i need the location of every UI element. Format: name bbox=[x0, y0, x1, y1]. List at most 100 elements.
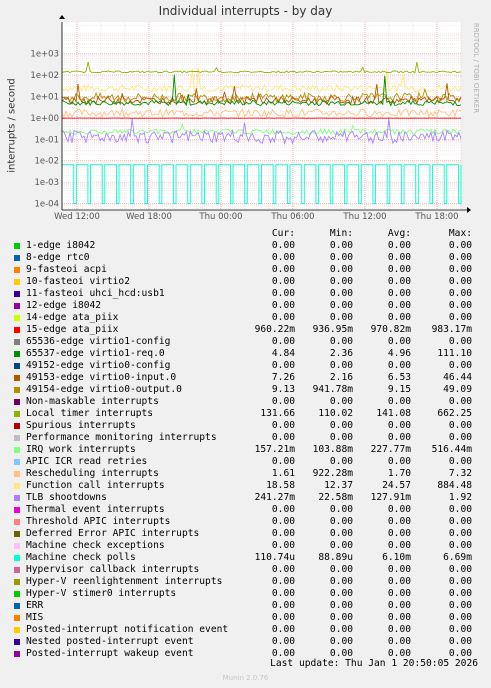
legend-avg-value: 0.00 bbox=[387, 516, 411, 527]
legend-cur-value: 0.00 bbox=[271, 504, 295, 515]
legend-min-value: 0.00 bbox=[329, 264, 353, 275]
legend-max-value: 0.00 bbox=[448, 396, 472, 407]
legend-max-value: 0.00 bbox=[448, 504, 472, 515]
legend-swatch bbox=[14, 399, 20, 405]
legend-row: 49152-edge virtio0-config 0.00 0.00 0.00 0.0… bbox=[12, 360, 482, 372]
y-tick-label: 1e-01 bbox=[34, 135, 59, 145]
legend-min-value: 936.95m bbox=[312, 324, 353, 335]
legend-min-value: 22.58m bbox=[318, 492, 353, 503]
legend-min-value: 88.89u bbox=[318, 552, 353, 563]
legend-row: Local timer interrupts 131.66 110.02 141.08… bbox=[12, 408, 482, 420]
legend-max-value: 0.00 bbox=[448, 624, 472, 635]
legend-swatch bbox=[14, 435, 20, 441]
legend-avg-value: 6.53 bbox=[387, 372, 411, 383]
legend-swatch bbox=[14, 483, 20, 489]
legend-max-value: 7.32 bbox=[448, 468, 472, 479]
legend-cur-value: 0.00 bbox=[271, 336, 295, 347]
x-axis-arrow bbox=[467, 207, 471, 213]
legend-max-value: 0.00 bbox=[448, 420, 472, 431]
legend-max-value: 0.00 bbox=[448, 264, 472, 275]
legend-label: 1-edge i8042 bbox=[26, 240, 96, 251]
legend-max-value: 0.00 bbox=[448, 516, 472, 527]
legend-min-value: 0.00 bbox=[329, 516, 353, 527]
legend-max-value: 516.44m bbox=[431, 444, 472, 455]
col-max: Max: bbox=[448, 228, 472, 239]
legend-max-value: 983.17m bbox=[431, 324, 472, 335]
legend-min-value: 0.00 bbox=[329, 588, 353, 599]
legend-swatch bbox=[14, 255, 20, 261]
legend-avg-value: 0.00 bbox=[387, 576, 411, 587]
legend-avg-value: 0.00 bbox=[387, 360, 411, 371]
legend-swatch bbox=[14, 555, 20, 561]
legend-label: Hypervisor callback interrupts bbox=[26, 564, 200, 575]
legend-cur-value: 0.00 bbox=[271, 312, 295, 323]
legend-cur-value: 0.00 bbox=[271, 300, 295, 311]
legend-avg-value: 0.00 bbox=[387, 600, 411, 611]
x-tick-label: Thu 06:00 bbox=[270, 212, 314, 222]
legend-swatch bbox=[14, 243, 20, 249]
legend-row: APIC ICR read retries 0.00 0.00 0.00 0.00 bbox=[12, 456, 482, 468]
legend-cur-value: 9.13 bbox=[271, 384, 295, 395]
legend-row: 65537-edge virtio1-req.0 4.84 2.36 4.96 111.… bbox=[12, 348, 482, 360]
legend-cur-value: 0.00 bbox=[271, 360, 295, 371]
legend-row: TLB shootdowns 241.27m 22.58m 127.91m 1.92 bbox=[12, 492, 482, 504]
legend-row: Threshold APIC interrupts 0.00 0.00 0.00 0.0… bbox=[12, 516, 482, 528]
legend-swatch bbox=[14, 639, 20, 645]
legend-cur-value: 0.00 bbox=[271, 264, 295, 275]
legend-label: Spurious interrupts bbox=[26, 420, 136, 431]
legend-cur-value: 0.00 bbox=[271, 624, 295, 635]
x-tick-label: Thu 18:00 bbox=[414, 212, 458, 222]
legend-swatch bbox=[14, 447, 20, 453]
x-tick-label: Thu 12:00 bbox=[342, 212, 386, 222]
legend-row: Machine check exceptions 0.00 0.00 0.00 0.00 bbox=[12, 540, 482, 552]
legend-label: Machine check polls bbox=[26, 552, 136, 563]
legend-max-value: 0.00 bbox=[448, 240, 472, 251]
y-tick-label: 1e-02 bbox=[34, 157, 59, 167]
legend-max-value: 0.00 bbox=[448, 600, 472, 611]
legend-avg-value: 0.00 bbox=[387, 420, 411, 431]
legend-min-value: 12.37 bbox=[324, 480, 353, 491]
legend-cur-value: 131.66 bbox=[260, 408, 295, 419]
legend-row: ERR 0.00 0.00 0.00 0.00 bbox=[12, 600, 482, 612]
legend-row: 49154-edge virtio0-output.0 9.13 941.78m 9.… bbox=[12, 384, 482, 396]
legend-min-value: 0.00 bbox=[329, 528, 353, 539]
legend-cur-value: 0.00 bbox=[271, 516, 295, 527]
legend-label: Performance monitoring interrupts bbox=[26, 432, 217, 443]
legend-cur-value: 0.00 bbox=[271, 600, 295, 611]
legend-cur-value: 0.00 bbox=[271, 588, 295, 599]
legend-label: Threshold APIC interrupts bbox=[26, 516, 171, 527]
y-tick-label: 1e+02 bbox=[30, 71, 59, 81]
legend-swatch bbox=[14, 519, 20, 525]
legend-cur-value: 0.00 bbox=[271, 540, 295, 551]
legend-row: 1-edge i8042 0.00 0.00 0.00 0.00 bbox=[12, 240, 482, 252]
legend-cur-value: 0.00 bbox=[271, 636, 295, 647]
last-update: Last update: Thu Jan 1 20:50:05 2026 bbox=[270, 658, 478, 669]
legend-swatch bbox=[14, 327, 20, 333]
col-min: Min: bbox=[329, 228, 353, 239]
legend-cur-value: 241.27m bbox=[254, 492, 295, 503]
legend-min-value: 0.00 bbox=[329, 300, 353, 311]
legend-min-value: 103.88m bbox=[312, 444, 353, 455]
legend-label: Hyper-V reenlightenment interrupts bbox=[26, 576, 223, 587]
legend-min-value: 110.02 bbox=[318, 408, 353, 419]
legend-swatch bbox=[14, 363, 20, 369]
y-tick-label: 1e+00 bbox=[30, 114, 59, 124]
legend-row: Hyper-V stimer0 interrupts 0.00 0.00 0.00 0.… bbox=[12, 588, 482, 600]
legend-header: Cur: Min: Avg: Max: bbox=[12, 228, 482, 240]
legend-min-value: 0.00 bbox=[329, 252, 353, 263]
legend-avg-value: 0.00 bbox=[387, 504, 411, 515]
legend-row: Nested posted-interrupt event 0.00 0.00 0.0… bbox=[12, 636, 482, 648]
x-tick-label: Wed 12:00 bbox=[54, 212, 100, 222]
legend-max-value: 0.00 bbox=[448, 612, 472, 623]
legend-min-value: 0.00 bbox=[329, 276, 353, 287]
legend-max-value: 662.25 bbox=[437, 408, 472, 419]
legend-avg-value: 0.00 bbox=[387, 636, 411, 647]
legend-avg-value: 9.15 bbox=[387, 384, 411, 395]
legend-avg-value: 0.00 bbox=[387, 528, 411, 539]
legend-min-value: 0.00 bbox=[329, 432, 353, 443]
legend-label: 9-fasteoi acpi bbox=[26, 264, 107, 275]
legend-min-value: 0.00 bbox=[329, 336, 353, 347]
legend-row: Posted-interrupt notification event 0.00 0… bbox=[12, 624, 482, 636]
legend-cur-value: 0.00 bbox=[271, 456, 295, 467]
legend-avg-value: 0.00 bbox=[387, 276, 411, 287]
